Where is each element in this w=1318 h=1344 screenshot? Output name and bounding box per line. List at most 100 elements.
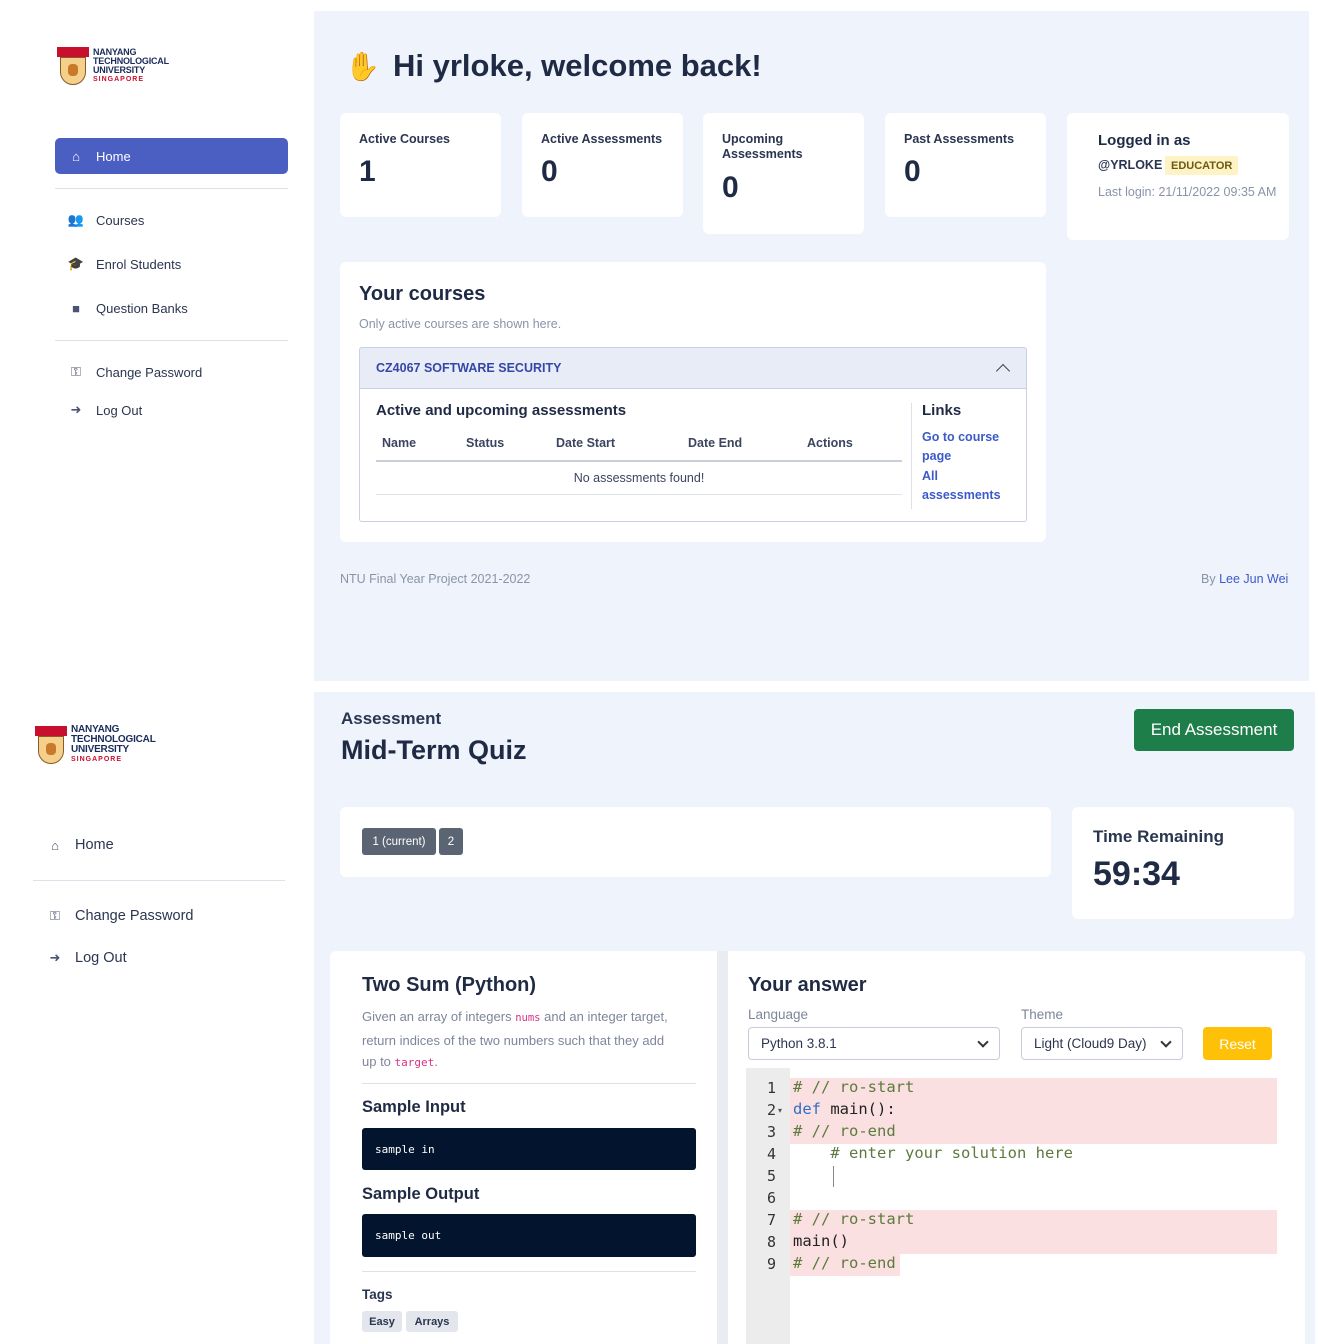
- sample-input-block: sample in: [362, 1128, 696, 1170]
- language-selected-value: Python 3.8.1: [761, 1036, 837, 1051]
- courses-subtitle: Only active courses are shown here.: [359, 317, 562, 331]
- page-title: Hi yrloke, welcome back!: [393, 48, 762, 83]
- sidebar-item-change-password[interactable]: ⚿ Change Password: [67, 363, 202, 381]
- footer-author-prefix: By: [1201, 572, 1216, 586]
- assessment-title: Mid-Term Quiz: [341, 735, 527, 765]
- sidebar-item-question-banks[interactable]: ■ Question Banks: [67, 299, 188, 317]
- sidebar-item-change-password[interactable]: ⚿ Change Password: [46, 906, 194, 926]
- footer-project-text: NTU Final Year Project 2021-2022: [340, 572, 531, 586]
- sample-output-block: sample out: [362, 1214, 696, 1257]
- fold-arrow-icon[interactable]: ▾: [778, 1106, 782, 1115]
- line-number: 5: [766, 1167, 776, 1185]
- theme-label: Theme: [1021, 1007, 1064, 1022]
- question-description: Given an array of integers nums and an i…: [362, 1006, 702, 1074]
- all-assessments-link[interactable]: All assessments: [922, 467, 1012, 505]
- sidebar-item-label: Courses: [96, 212, 145, 228]
- question-title: Two Sum (Python): [362, 974, 537, 996]
- sidebar-item-label: Question Banks: [96, 300, 188, 316]
- chevron-up-icon[interactable]: [995, 363, 1011, 379]
- question-nav-button-current[interactable]: 1 (current): [362, 828, 436, 855]
- answer-title: Your answer: [748, 974, 867, 996]
- ntu-logo[interactable]: NANYANG TECHNOLOGICAL UNIVERSITY SINGAPO…: [57, 47, 169, 85]
- sign-out-icon: ➜: [70, 402, 82, 417]
- logo-line: UNIVERSITY: [93, 65, 146, 75]
- section-divider: [362, 1083, 696, 1084]
- theme-select[interactable]: Light (Cloud9 Day): [1021, 1027, 1183, 1060]
- key-icon: ⚿: [71, 364, 81, 379]
- folder-icon: ■: [72, 300, 80, 316]
- code-line: # // ro-end: [793, 1254, 896, 1272]
- end-assessment-button[interactable]: End Assessment: [1134, 709, 1294, 751]
- line-number: 8: [766, 1233, 776, 1251]
- sidebar-item-home[interactable]: ⌂ Home: [46, 835, 114, 855]
- line-number: 7: [766, 1211, 776, 1229]
- code-editor[interactable]: 1 2 ▾ 3 4 5 6 7 8 9 # // ro-start def ma…: [746, 1068, 1277, 1344]
- sidebar-item-label: Home: [75, 837, 114, 853]
- ntu-logo[interactable]: NANYANG TECHNOLOGICAL UNIVERSITY SINGAPO…: [35, 725, 156, 765]
- table-header-date-start: Date Start: [556, 436, 616, 450]
- links-title: Links: [922, 402, 962, 419]
- line-number: 3: [766, 1123, 776, 1141]
- waving-hand-icon: ✋: [345, 51, 380, 82]
- reset-button[interactable]: Reset: [1203, 1027, 1272, 1060]
- sample-output-title: Sample Output: [362, 1185, 480, 1203]
- code-line: # // ro-end: [793, 1122, 896, 1140]
- timer-value: 59:34: [1093, 855, 1180, 893]
- sidebar-item-logout[interactable]: ➜ Log Out: [67, 401, 143, 419]
- line-number: 9: [766, 1255, 776, 1273]
- logo-line: UNIVERSITY: [71, 744, 130, 755]
- stat-label: Upcoming Assessments: [722, 132, 803, 161]
- home-icon: ⌂: [72, 148, 80, 164]
- language-label: Language: [748, 1007, 809, 1022]
- courses-title: Your courses: [359, 283, 486, 305]
- empty-table-message: No assessments found!: [376, 462, 902, 495]
- code-text: main():: [821, 1100, 896, 1118]
- course-accordion-header[interactable]: CZ4067 SOFTWARE SECURITY: [359, 347, 1027, 389]
- tag-badge: Arrays: [406, 1311, 458, 1332]
- code-keyword: def: [793, 1100, 821, 1118]
- pane-resize-handle[interactable]: [717, 951, 728, 1344]
- ntu-crest-icon: [57, 47, 89, 85]
- chevron-down-icon: [1160, 1036, 1172, 1048]
- graduation-cap-icon: 🎓: [67, 256, 85, 271]
- sidebar-item-label: Log Out: [96, 402, 143, 418]
- description-text: up to: [362, 1054, 391, 1069]
- sidebar-item-logout[interactable]: ➜ Log Out: [46, 948, 127, 968]
- table-header-status: Status: [466, 436, 505, 450]
- stat-value: 0: [541, 155, 558, 188]
- footer-author-link[interactable]: Lee Jun Wei: [1219, 572, 1288, 586]
- login-username: @YRLOKE: [1098, 158, 1163, 172]
- sidebar-item-label: Enrol Students: [96, 256, 182, 272]
- footer-author: By Lee Jun Wei: [1201, 572, 1288, 586]
- language-select[interactable]: Python 3.8.1: [748, 1027, 1000, 1060]
- theme-selected-value: Light (Cloud9 Day): [1034, 1036, 1147, 1051]
- table-header-date-end: Date End: [688, 436, 743, 450]
- code-line: def main():: [793, 1100, 896, 1118]
- logo-line: SINGAPORE: [71, 756, 123, 763]
- code-line: # enter your solution here: [793, 1144, 1073, 1162]
- sidebar-item-enrol-students[interactable]: 🎓 Enrol Students: [67, 255, 181, 273]
- sidebar-item-label: Change Password: [75, 908, 194, 924]
- role-badge: EDUCATOR: [1165, 156, 1239, 175]
- line-number: 1: [766, 1079, 776, 1097]
- text-cursor: [833, 1166, 834, 1187]
- stat-value: 0: [722, 171, 739, 204]
- tag-badge: Easy: [362, 1311, 402, 1332]
- sample-input-title: Sample Input: [362, 1098, 466, 1116]
- stat-label: Active Assessments: [541, 132, 663, 146]
- last-login-text: Last login: 21/11/2022 09:35 AM: [1098, 185, 1277, 199]
- ntu-crest-icon: [35, 726, 67, 764]
- description-text: return indices of the two numbers such t…: [362, 1032, 665, 1048]
- line-number: 2: [766, 1101, 776, 1119]
- description-text: .: [434, 1054, 438, 1069]
- sidebar-item-courses[interactable]: 👥 Courses: [67, 211, 145, 229]
- sign-out-icon: ➜: [49, 950, 61, 965]
- description-text: Given an array of integers: [362, 1009, 512, 1024]
- tags-title: Tags: [362, 1287, 393, 1302]
- sidebar-divider: [55, 340, 288, 341]
- users-icon: 👥: [67, 212, 85, 227]
- question-nav-button[interactable]: 2: [439, 828, 463, 855]
- course-page-link[interactable]: Go to course page: [922, 428, 1012, 466]
- stat-card-active-assessments: Active Assessments 0: [522, 113, 683, 217]
- sidebar-item-home[interactable]: ⌂ Home: [55, 138, 288, 174]
